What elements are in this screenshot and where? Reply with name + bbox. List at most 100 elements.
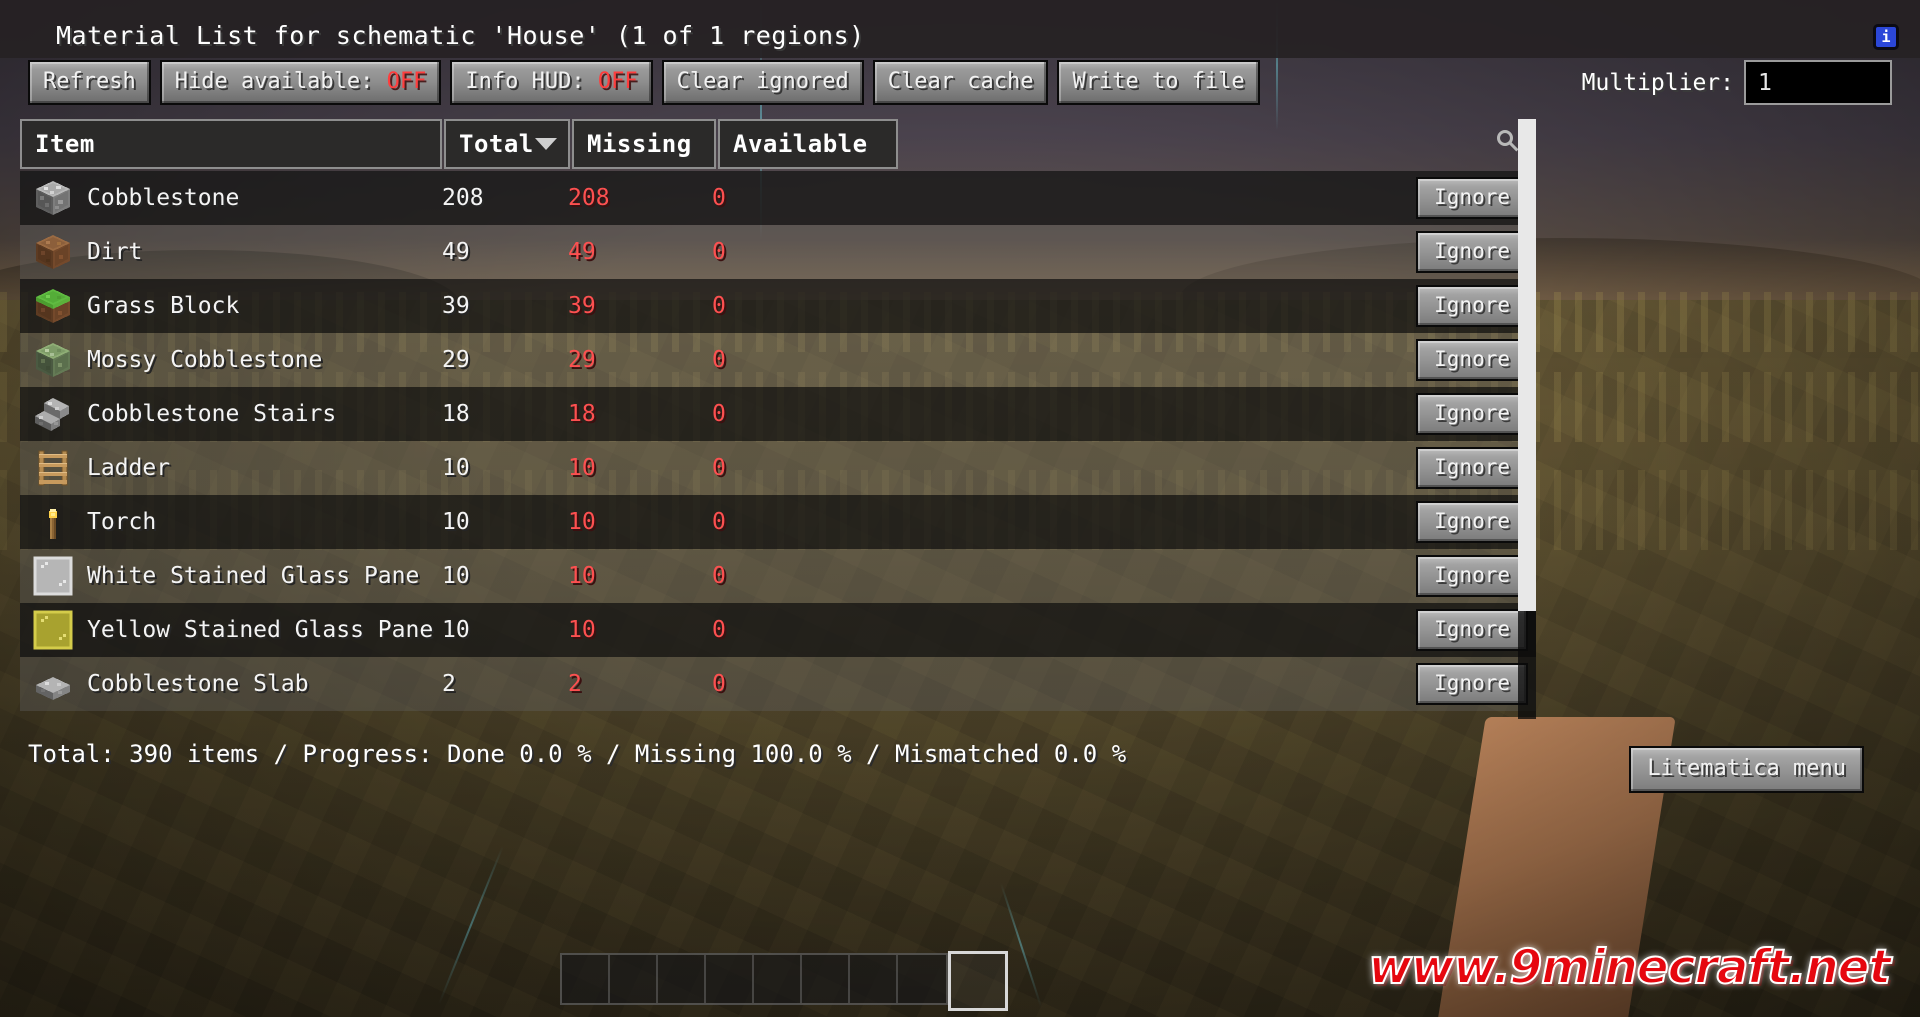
item-name: Cobblestone Stairs — [87, 401, 337, 427]
table-row[interactable]: Cobblestone Slab 2 2 0 Ignore — [20, 657, 1536, 711]
info-hud-value: OFF — [597, 69, 638, 94]
cell-missing: 10 — [568, 617, 596, 643]
ignore-button[interactable]: Ignore — [1416, 339, 1528, 381]
cell-item: Mossy Cobblestone — [20, 340, 442, 380]
scrollbar-track[interactable] — [1518, 119, 1536, 719]
cell-available: 0 — [712, 293, 726, 319]
table-row[interactable]: Cobblestone 208 208 0 Ignore — [20, 171, 1536, 225]
status-summary: Total: 390 items / Progress: Done 0.0 % … — [28, 740, 1127, 768]
cell-total: 18 — [442, 401, 470, 427]
ignore-button[interactable]: Ignore — [1416, 231, 1528, 273]
info-hud-label: Info HUD: — [465, 69, 598, 94]
clear-ignored-button[interactable]: Clear ignored — [661, 60, 864, 105]
table-row[interactable]: White Stained Glass Pane 10 10 0 Ignore — [20, 549, 1536, 603]
column-header-total-label: Total — [459, 130, 534, 158]
toolbar: Refresh Hide available: OFF Info HUD: OF… — [28, 60, 1260, 105]
cobblestone-block-icon — [33, 178, 73, 218]
hotbar-slot[interactable] — [850, 955, 898, 1003]
info-badge: i — [1873, 24, 1899, 50]
multiplier-input[interactable] — [1744, 60, 1892, 105]
ignore-button[interactable]: Ignore — [1416, 177, 1528, 219]
item-name: Ladder — [87, 455, 171, 481]
yellow-stained-glass-pane-icon — [33, 610, 73, 650]
cell-total: 10 — [442, 617, 470, 643]
cell-total: 2 — [442, 671, 456, 697]
hide-available-toggle[interactable]: Hide available: OFF — [159, 60, 442, 105]
column-header-missing[interactable]: Missing — [572, 119, 716, 169]
sort-descending-icon — [535, 138, 557, 150]
hotbar-selected-slot[interactable] — [948, 951, 1008, 1011]
ignore-button[interactable]: Ignore — [1416, 393, 1528, 435]
clear-cache-button[interactable]: Clear cache — [872, 60, 1049, 105]
cell-available: 0 — [712, 347, 726, 373]
info-icon[interactable]: i — [1873, 24, 1899, 50]
table-row[interactable]: Cobblestone Stairs 18 18 0 Ignore — [20, 387, 1536, 441]
table-row[interactable]: Grass Block 39 39 0 Ignore — [20, 279, 1536, 333]
cell-missing: 208 — [568, 185, 610, 211]
cell-total: 49 — [442, 239, 470, 265]
ignore-button[interactable]: Ignore — [1416, 501, 1528, 543]
ignore-button[interactable]: Ignore — [1416, 285, 1528, 327]
hotbar-slot[interactable] — [706, 955, 754, 1003]
grass-block-icon — [33, 286, 73, 326]
cell-missing: 49 — [568, 239, 596, 265]
info-hud-toggle[interactable]: Info HUD: OFF — [450, 60, 653, 105]
hide-available-value: OFF — [386, 69, 427, 94]
search-handle — [1508, 141, 1519, 152]
column-header-available-label: Available — [733, 130, 868, 158]
cell-missing: 10 — [568, 509, 596, 535]
cell-available: 0 — [712, 617, 726, 643]
item-name: Cobblestone Slab — [87, 671, 309, 697]
cell-available: 0 — [712, 509, 726, 535]
cell-item: Yellow Stained Glass Pane — [20, 610, 442, 650]
cell-total: 29 — [442, 347, 470, 373]
material-table: Item Total Missing Available Cobblestone… — [20, 119, 1536, 719]
cell-available: 0 — [712, 563, 726, 589]
hotbar-slot[interactable] — [802, 955, 850, 1003]
column-header-item[interactable]: Item — [20, 119, 442, 169]
write-to-file-button[interactable]: Write to file — [1057, 60, 1260, 105]
cell-available: 0 — [712, 671, 726, 697]
hotbar-slot[interactable] — [562, 955, 610, 1003]
torch-icon — [33, 502, 73, 542]
table-body: Cobblestone 208 208 0 Ignore Dirt 49 49 0 Ignore… — [20, 171, 1536, 711]
column-header-total[interactable]: Total — [444, 119, 570, 169]
cobblestone-slab-icon — [33, 664, 73, 704]
ignore-button[interactable]: Ignore — [1416, 609, 1528, 651]
cell-item: Cobblestone Slab — [20, 664, 442, 704]
cell-item: Grass Block — [20, 286, 442, 326]
hotbar-slot[interactable] — [658, 955, 706, 1003]
cell-missing: 29 — [568, 347, 596, 373]
ignore-button[interactable]: Ignore — [1416, 663, 1528, 705]
table-header-row: Item Total Missing Available — [20, 119, 1536, 169]
table-row[interactable]: Ladder 10 10 0 Ignore — [20, 441, 1536, 495]
ignore-button[interactable]: Ignore — [1416, 555, 1528, 597]
cell-item: White Stained Glass Pane — [20, 556, 442, 596]
cell-total: 10 — [442, 455, 470, 481]
litematica-menu-button[interactable]: Litematica menu — [1629, 746, 1864, 793]
cobblestone-stairs-icon — [33, 394, 73, 434]
refresh-button[interactable]: Refresh — [28, 60, 151, 105]
table-row[interactable]: Torch 10 10 0 Ignore — [20, 495, 1536, 549]
ignore-button[interactable]: Ignore — [1416, 447, 1528, 489]
item-name: White Stained Glass Pane — [87, 563, 420, 589]
column-header-available[interactable]: Available — [718, 119, 898, 169]
item-name: Dirt — [87, 239, 143, 265]
scrollbar-thumb[interactable] — [1518, 119, 1536, 611]
item-name: Mossy Cobblestone — [87, 347, 323, 373]
mossy-cobblestone-block-icon — [33, 340, 73, 380]
table-row[interactable]: Mossy Cobblestone 29 29 0 Ignore — [20, 333, 1536, 387]
table-row[interactable]: Dirt 49 49 0 Ignore — [20, 225, 1536, 279]
cell-total: 208 — [442, 185, 484, 211]
cell-item: Cobblestone — [20, 178, 442, 218]
cell-item: Dirt — [20, 232, 442, 272]
item-name: Yellow Stained Glass Pane — [87, 617, 434, 643]
column-header-item-label: Item — [35, 130, 95, 158]
table-row[interactable]: Yellow Stained Glass Pane 10 10 0 Ignore — [20, 603, 1536, 657]
cell-item: Cobblestone Stairs — [20, 394, 442, 434]
hotbar-slot[interactable] — [754, 955, 802, 1003]
cell-available: 0 — [712, 185, 726, 211]
column-header-missing-label: Missing — [587, 130, 692, 158]
hotbar-slot[interactable] — [610, 955, 658, 1003]
hotbar-slot[interactable] — [898, 955, 946, 1003]
